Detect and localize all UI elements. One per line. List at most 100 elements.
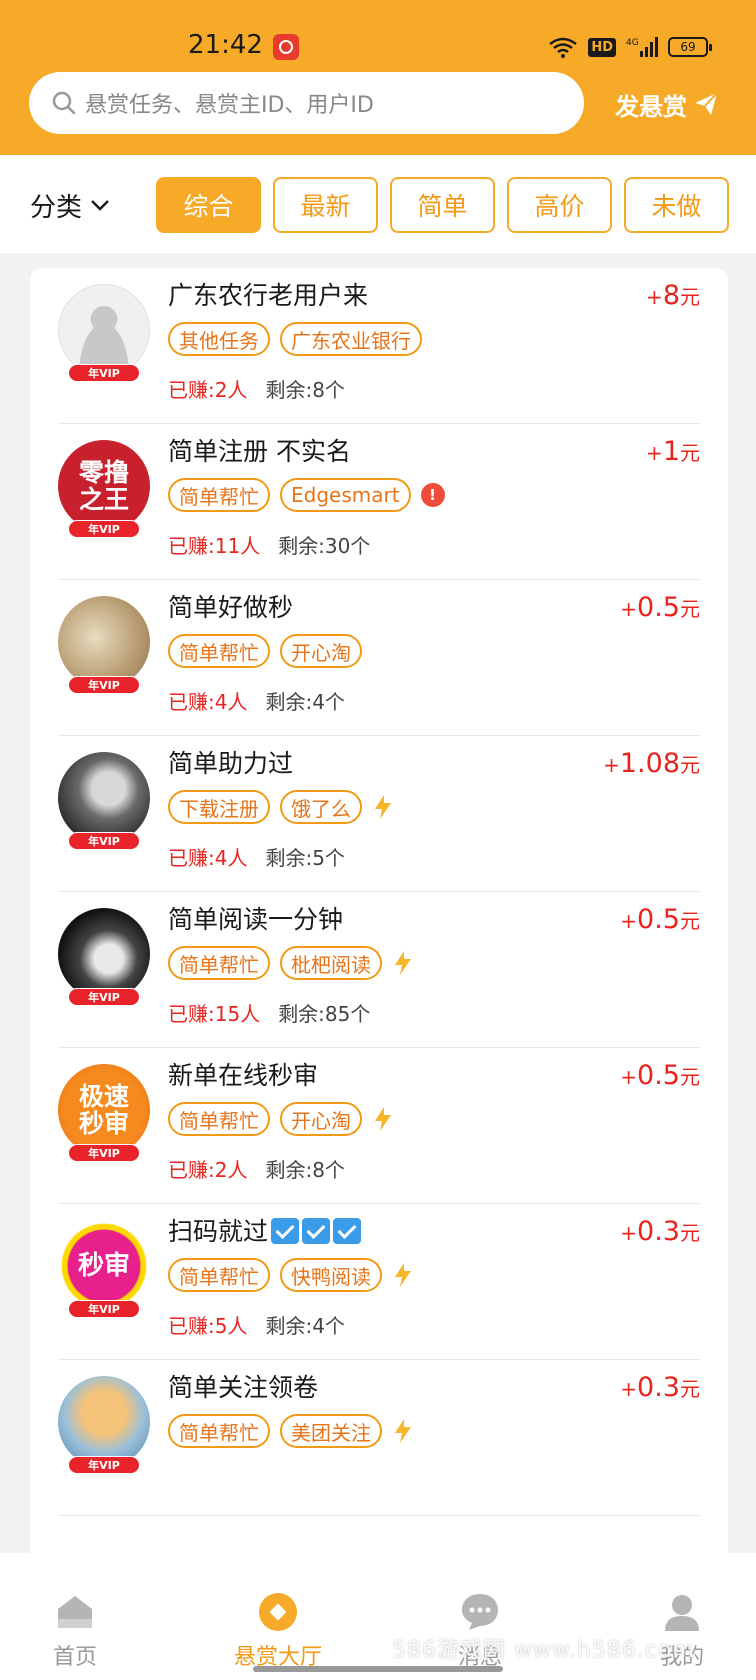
task-stats: 已赚:5人 剩余:4个 (168, 1310, 345, 1339)
signal-icon: 4G (626, 37, 658, 57)
earned-count: 已赚:4人 (168, 690, 248, 714)
task-row[interactable]: 年VIP 简单助力过 + 1.08 元 下载注册 饿了么 已赚:4人 剩余:5个 (30, 736, 728, 892)
avatar[interactable]: 秒审 年VIP (58, 1220, 150, 1320)
reward-plus: + (646, 441, 663, 465)
avatar[interactable]: 年VIP (58, 1376, 150, 1476)
nav-home[interactable]: 首页 (15, 1591, 135, 1671)
publish-reward-button[interactable]: 发悬赏 (615, 84, 719, 124)
tab-latest[interactable]: 最新 (273, 177, 378, 233)
avatar[interactable]: 年VIP (58, 284, 150, 384)
task-tags: 简单帮忙 Edgesmart! (168, 478, 445, 512)
task-row[interactable]: 年VIP 广东农行老用户来 + 8 元 其他任务 广东农业银行 已赚:2人 剩余:… (30, 268, 728, 424)
reward-unit: 元 (680, 1377, 700, 1401)
task-title: 简单阅读一分钟 (168, 900, 343, 936)
alert-icon: ! (420, 483, 445, 507)
task-row[interactable]: 年VIP 简单关注领卷 + 0.3 元 简单帮忙 美团关注 (30, 1360, 728, 1516)
check-emoji-icon (271, 1218, 300, 1244)
task-tag: 简单帮忙 (168, 946, 270, 980)
reward-plus: + (620, 597, 638, 621)
task-reward: + 0.3 元 (620, 1216, 700, 1247)
task-tags: 简单帮忙 快鸭阅读 (168, 1258, 414, 1292)
reward-hall-icon (259, 1593, 297, 1631)
search-input[interactable]: 悬赏任务、悬赏主ID、用户ID (29, 72, 584, 134)
task-tags: 下载注册 饿了么 (168, 790, 394, 824)
task-reward: + 0.3 元 (620, 1372, 700, 1403)
remaining-count: 剩余:8个 (265, 1158, 345, 1182)
task-reward: + 1.08 元 (603, 748, 700, 779)
filter-tabs: 综合 最新 简单 高价 未做 (156, 177, 729, 233)
earned-count: 已赚:5人 (168, 1314, 248, 1338)
task-stats: 已赚:2人 剩余:8个 (168, 1154, 345, 1183)
nav-reward-hall[interactable]: 悬赏大厅 (218, 1591, 338, 1671)
task-tag: 简单帮忙 (168, 1414, 270, 1448)
chevron-down-icon (91, 200, 109, 211)
reward-unit: 元 (680, 285, 700, 309)
tab-simple[interactable]: 简单 (390, 177, 495, 233)
task-tags: 其他任务 广东农业银行 (168, 322, 422, 356)
vip-badge: 年VIP (68, 988, 140, 1006)
category-dropdown[interactable]: 分类 (30, 185, 110, 225)
battery-icon: 69 (668, 37, 712, 57)
task-row[interactable]: 极速秒审 年VIP 新单在线秒审 + 0.5 元 简单帮忙 开心淘 已赚:2人 剩… (30, 1048, 728, 1204)
tab-comprehensive[interactable]: 综合 (156, 177, 261, 233)
task-stats: 已赚:2人 剩余:8个 (168, 374, 345, 403)
task-tag: 枇杷阅读 (280, 946, 382, 980)
nav-home-label: 首页 (52, 1645, 97, 1670)
vip-badge: 年VIP (68, 832, 140, 850)
watermark: 586游戏网 www.h586.com (392, 1638, 695, 1663)
earned-count: 已赚:2人 (168, 1158, 248, 1182)
task-title-text: 扫码就过 (168, 1217, 269, 1246)
reward-unit: 元 (680, 597, 700, 621)
task-reward: + 0.5 元 (620, 592, 700, 623)
send-icon (695, 92, 718, 115)
tab-high-price[interactable]: 高价 (507, 177, 612, 233)
avatar-text: 极速秒审 (78, 1081, 129, 1138)
publish-button-label: 发悬赏 (615, 92, 687, 121)
home-indicator[interactable] (253, 1666, 503, 1672)
task-tags: 简单帮忙 开心淘 (168, 634, 362, 668)
tab-not-done[interactable]: 未做 (624, 177, 729, 233)
task-tag: 下载注册 (168, 790, 270, 824)
reward-amount: 1 (662, 436, 680, 467)
category-label: 分类 (30, 192, 83, 223)
reward-plus: + (620, 1065, 638, 1089)
reward-amount: 0.3 (637, 1216, 680, 1247)
earned-count: 已赚:15人 (168, 1002, 261, 1026)
wifi-icon (549, 37, 578, 58)
hd-icon: HD (588, 37, 616, 57)
reward-amount: 0.5 (637, 592, 680, 623)
task-row[interactable]: 秒审 年VIP 扫码就过 + 0.3 元 简单帮忙 快鸭阅读 已赚:5人 剩余:4… (30, 1204, 728, 1360)
reward-unit: 元 (680, 1221, 700, 1245)
avatar-image (58, 908, 150, 1000)
task-title: 简单好做秒 (168, 588, 293, 624)
avatar[interactable]: 年VIP (58, 908, 150, 1008)
task-tag: 广东农业银行 (280, 322, 422, 356)
reward-amount: 0.5 (637, 904, 680, 935)
remaining-count: 剩余:8个 (265, 378, 345, 402)
avatar-image: 秒审 (58, 1220, 150, 1312)
remaining-count: 剩余:4个 (265, 690, 345, 714)
vip-badge: 年VIP (68, 364, 140, 382)
task-row[interactable]: 年VIP 简单阅读一分钟 + 0.5 元 简单帮忙 枇杷阅读 已赚:15人 剩余:… (30, 892, 728, 1048)
lightning-icon (395, 951, 411, 975)
task-tag: 快鸭阅读 (280, 1258, 382, 1292)
home-icon (58, 1596, 92, 1628)
reward-plus: + (620, 1221, 638, 1245)
task-row[interactable]: 年VIP 简单好做秒 + 0.5 元 简单帮忙 开心淘 已赚:4人 剩余:4个 (30, 580, 728, 736)
reward-amount: 8 (662, 280, 680, 311)
avatar[interactable]: 零撸之王 年VIP (58, 440, 150, 540)
lightning-icon (375, 795, 391, 819)
task-tag: 简单帮忙 (168, 1258, 270, 1292)
avatar[interactable]: 极速秒审 年VIP (58, 1064, 150, 1164)
chat-icon (462, 1594, 498, 1630)
task-reward: + 0.5 元 (620, 904, 700, 935)
status-time: 21:42 (188, 30, 263, 60)
task-title: 简单注册 不实名 (168, 432, 351, 468)
earned-count: 已赚:11人 (168, 534, 261, 558)
avatar[interactable]: 年VIP (58, 596, 150, 696)
task-stats: 已赚:4人 剩余:5个 (168, 842, 345, 871)
remaining-count: 剩余:30个 (278, 534, 371, 558)
task-row[interactable]: 零撸之王 年VIP 简单注册 不实名 + 1 元 简单帮忙 Edgesmart! … (30, 424, 728, 580)
avatar[interactable]: 年VIP (58, 752, 150, 852)
task-tag: 简单帮忙 (168, 1102, 270, 1136)
